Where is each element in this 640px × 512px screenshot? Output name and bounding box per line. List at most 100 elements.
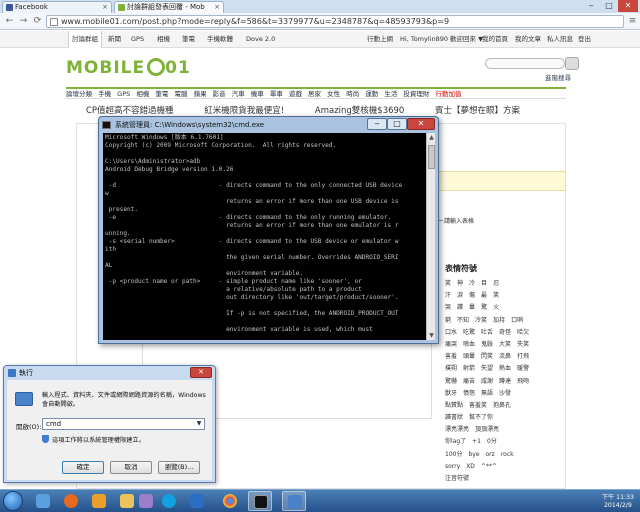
nav-logout[interactable]: 登出 [578,31,591,48]
emoji-item[interactable]: 頭暈 [463,353,475,360]
emoji-item[interactable]: 打飛 [517,353,529,360]
category-item[interactable]: 汽車 [232,90,245,98]
emoji-item[interactable]: 口哨 [511,317,523,324]
emoji-item[interactable]: 大笑 [499,341,511,348]
emoji-item[interactable]: 閃笑 [481,353,493,360]
nav-camera[interactable]: 相機 [157,31,170,48]
run-close-button[interactable]: ✕ [190,367,212,378]
taskbar-skype[interactable] [157,491,181,511]
category-item[interactable]: GPS [117,90,130,98]
emoji-item[interactable]: 忍 [493,280,499,287]
cmd-window[interactable]: 系統管理員: C:\Windows\system32\cmd.exe ‒ □ ✕… [98,116,439,344]
category-item[interactable]: 運動 [365,90,378,98]
cmd-console-output[interactable]: Microsoft Windows [版本 6.1.7601] Copyright… [103,133,426,340]
emoji-item[interactable]: +1 [472,438,481,445]
category-item[interactable]: 相機 [136,90,149,98]
nav-laptop[interactable]: 筆電 [182,31,195,48]
emoji-item[interactable]: 100分 [445,451,462,458]
promo-link[interactable]: 賓士【夢想在眼】方案 [435,106,520,116]
emoji-item[interactable]: 火 [493,304,499,311]
emoji-item[interactable]: 點贊點 [445,402,463,409]
emoji-item[interactable]: 流鼻 [499,353,511,360]
nav-my-posts[interactable]: 我的文章 [515,31,541,48]
emoji-item[interactable]: 淚 [457,292,463,299]
emoji-item[interactable]: 失望 [481,365,493,372]
emoji-item[interactable]: 吃驚 [463,329,475,336]
nav-mobile[interactable]: 行動上網 [367,31,393,48]
emoji-item[interactable]: 讚 [457,304,463,311]
nav-messages[interactable]: 私人訊息 [547,31,573,48]
emoji-item[interactable]: 口水 [445,329,457,336]
minimize-button[interactable]: ‒ [582,0,600,12]
category-item[interactable]: 影音 [213,90,226,98]
menu-button[interactable]: ≡ [626,15,639,28]
tab-close-icon[interactable]: × [214,2,220,13]
category-item[interactable]: 行動加值 [436,90,462,98]
taskbar-cmd[interactable] [248,491,272,511]
emoji-item[interactable]: 熱血 [499,365,511,372]
emoji-item[interactable]: sorry [445,463,460,470]
taskbar-run[interactable] [282,491,306,511]
run-command-input[interactable]: cmd ▼ [42,418,205,430]
emoji-item[interactable]: 你lag了 [445,438,466,445]
emoji-item[interactable]: bye [468,451,479,458]
emoji-item[interactable]: 哈欠 [517,329,529,336]
back-button[interactable]: ← [3,15,16,28]
emoji-item[interactable]: 暖警 [517,365,529,372]
nav-user[interactable]: Hi, Tomylin890 歡迎回來 ▼ [400,31,483,48]
run-title-bar[interactable]: 執行 [8,367,33,379]
taskbar-chrome[interactable] [218,491,242,511]
search-button[interactable] [565,57,579,70]
category-item[interactable]: 機車 [251,90,264,98]
emoji-item[interactable]: 驚嚇 [445,378,457,385]
taskbar-media[interactable] [87,491,111,511]
emoji-item[interactable]: 目 [481,280,487,287]
forward-button[interactable]: → [17,15,30,28]
category-item[interactable]: 筆電 [155,90,168,98]
taskbar-firefox[interactable] [59,491,83,511]
tab-close-icon[interactable]: × [102,2,108,13]
cmd-close-button[interactable]: ✕ [407,118,435,130]
category-item[interactable]: 遊戲 [289,90,302,98]
emoji-item[interactable]: 憤怒 [463,390,475,397]
emoji-item[interactable]: 痛哭 [445,341,457,348]
emoji-item[interactable]: 獸牙 [445,390,457,397]
table-insert-link[interactable]: ㄧ請輸入表格 [438,216,474,225]
site-logo[interactable]: MOBILE 01 [66,58,191,78]
reload-button[interactable]: ⟳ [31,15,44,28]
ok-button[interactable]: 確定 [62,461,104,474]
emoji-item[interactable]: 窮 [445,317,451,324]
promo-link[interactable]: 紅米機限貨我最便宜! [204,106,284,116]
scroll-up-icon[interactable]: ▲ [427,133,436,142]
emoji-item[interactable]: 奇怪 [499,329,511,336]
cmd-title-bar[interactable]: 系統管理員: C:\Windows\system32\cmd.exe [102,118,264,132]
nav-home[interactable]: 我的首頁 [482,31,508,48]
emoji-item[interactable]: rock [501,451,514,458]
emoji-item[interactable]: 抱鼻孔 [493,402,511,409]
emoji-item[interactable]: 冷 [469,280,475,287]
taskbar-explorer[interactable] [31,491,55,511]
cmd-maximize-button[interactable]: □ [387,118,407,130]
emoji-item[interactable]: 蹲達 [499,378,511,385]
emoji-item[interactable]: 幫不了你 [469,414,493,421]
tab-facebook[interactable]: Facebook × [2,1,112,13]
category-item[interactable]: 投資理財 [403,90,429,98]
emoji-item[interactable]: 暈 [469,304,475,311]
emoji-item[interactable]: 痛苦 [463,378,475,385]
start-button[interactable] [3,491,23,511]
emoji-item[interactable]: 驚 [481,304,487,311]
emoji-item[interactable]: 注音符號 [445,475,469,482]
clock[interactable]: 下午 11:33 2014/2/9 [602,494,634,510]
emoji-item[interactable]: 漂亮漂亮 [445,426,469,433]
maximize-button[interactable]: □ [600,0,618,12]
emoji-item[interactable]: 吐舌 [481,329,493,336]
advanced-search-link[interactable]: 進階搜尋 [545,72,571,82]
cmd-minimize-button[interactable]: ‒ [367,118,387,130]
tab-mobile01[interactable]: 討論群組發表回覆 - Mob × [114,1,224,13]
promo-link[interactable]: CP值超高不容錯過機種 [86,106,174,116]
emoji-item[interactable]: 笑 [493,292,499,299]
category-item[interactable]: 單車 [270,90,283,98]
address-bar[interactable]: www.mobile01.com/post.php?mode=reply&f=5… [46,15,624,28]
promo-link[interactable]: Amazing雙核機$3690 [315,106,404,116]
category-item[interactable]: 蘋果 [194,90,207,98]
